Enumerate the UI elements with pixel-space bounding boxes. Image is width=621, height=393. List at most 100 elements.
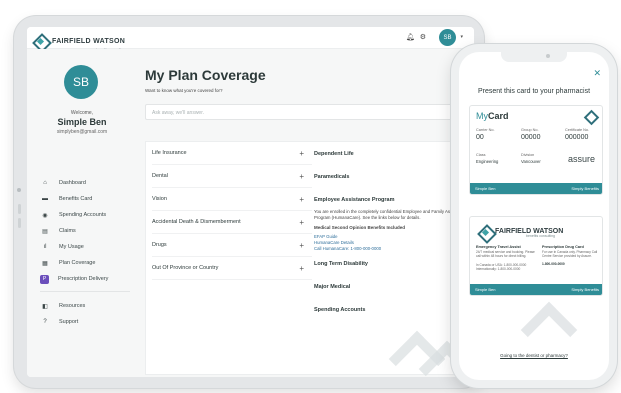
plus-icon: + [299,194,304,204]
card-holder-name: Simple Ben [475,287,496,292]
brand-name: FAIRFIELD WATSON [52,38,126,45]
brand-tagline: benefits consulting [526,234,555,238]
class-label: Class [476,153,486,157]
coverage-item-dependent-life[interactable]: Dependent Life [314,142,469,165]
user-email: simplyben@gmail.com [56,129,108,135]
carrier-value: 00 [476,134,484,141]
sidebar-nav: ⌂ Dashboard ▬ Benefits Card ◉ Spending A… [40,175,130,330]
coverage-item-label: Drugs [152,242,167,248]
coverage-item-label: Vision [152,196,167,202]
certificate-value: 000000 [565,134,589,141]
plus-icon: + [299,148,304,158]
home-icon: ⌂ [43,180,47,186]
carrier-label: Carrier No. [476,128,495,132]
gear-icon[interactable]: ⚙ [420,33,426,41]
document-icon: ▤ [42,228,48,235]
eap-subheading: Medical Second Opinion Benefits Included [314,225,406,230]
card-title-suffix: Card [488,111,509,121]
coverage-item-paramedicals[interactable]: Paramedicals [314,165,469,188]
sidebar-item-label: Spending Accounts [59,212,107,218]
logo-mark-icon [478,225,491,238]
dentist-pharmacy-link[interactable]: Going to the dentist or pharmacy? [459,353,609,358]
decorative-chevron [520,301,578,359]
card-footer: Simple Ben Simply Benefits [470,183,602,194]
present-card-text: Present this card to your pharmacist [477,88,591,95]
search-input[interactable]: Ask away, we'll answer. [145,104,470,120]
close-icon[interactable]: ✕ [593,68,601,79]
sidebar-item-label: Support [59,319,79,325]
emergency-text: 24/7 medical service and booking. Please… [476,250,535,258]
plus-icon: + [299,171,304,181]
coverage-list-right: Dependent Life Paramedicals Employee Ass… [314,142,469,321]
welcome-text: Welcome, [70,110,94,116]
card-footer: Simple Ben Simply Benefits [470,284,602,295]
card-icon: ▬ [42,196,48,202]
sidebar-item-label: Benefits Card [59,196,93,202]
coverage-item-label: Life Insurance [152,150,187,156]
shield-icon: ▦ [42,260,48,267]
coverage-question: Want to know what you're covered for? [145,88,223,93]
coverage-item-major-medical[interactable]: Major Medical [314,275,469,298]
chevron-down-icon[interactable]: ▾ [460,34,463,40]
emergency-intl: Internationally: 1-800-000-0000 [476,267,521,271]
user-name: Simple Ben [57,117,107,127]
sidebar-item-claims[interactable]: ▤ Claims [40,223,130,239]
division-label: Division [521,153,535,157]
card-title: MyCard [476,111,509,121]
coverage-item-spending-accounts[interactable]: Spending Accounts [314,298,469,321]
header-avatar[interactable]: SB [439,29,456,46]
logo-mark-icon [33,34,48,49]
sidebar-item-label: Prescription Delivery [58,276,109,282]
coverage-item-label: Out Of Province or Country [152,265,219,271]
coverage-list-left: Life Insurance + Dental + Vision + Accident… [152,142,312,280]
plus-icon: + [299,240,304,250]
sidebar: SB Welcome, Simple Ben simplyben@gmail.c… [27,49,137,377]
bell-icon[interactable]: 🔔︎ [406,33,415,41]
class-value: Engineering [476,159,499,164]
sidebar-item-my-usage[interactable]: ıl My Usage [40,239,130,255]
tablet-button [18,204,21,214]
travel-drug-card[interactable]: FAIRFIELD WATSON benefits consulting Eme… [469,216,603,296]
drug-card-title: Prescription Drug Card [542,245,584,249]
sidebar-item-dashboard[interactable]: ⌂ Dashboard [40,175,130,191]
card-footer-brand: Simply Benefits [571,186,599,191]
sidebar-item-support[interactable]: ? Support [40,314,130,330]
card-title-prefix: My [476,111,488,121]
group-label: Group No. [521,128,539,132]
emergency-title: Emergency Travel Assist [476,245,521,249]
top-bar: FAIRFIELD WATSON benefits consulting 🔔︎ … [27,27,474,52]
sidebar-item-benefits-card[interactable]: ▬ Benefits Card [40,191,130,207]
sidebar-item-label: Dashboard [59,180,86,186]
sidebar-item-plan-coverage[interactable]: ▦ Plan Coverage [40,255,130,271]
drug-card-text: For use in Canada only. Pharmacy Call Ce… [542,250,598,258]
coverage-item-life-insurance[interactable]: Life Insurance + [152,142,312,165]
phone-notch [501,52,567,62]
coverage-item-vision[interactable]: Vision + [152,188,312,211]
logo-mark-icon [584,110,596,122]
prescription-icon: P [40,274,49,284]
dollar-icon: ◉ [42,212,48,219]
coverage-item-label: Dental [152,173,168,179]
sidebar-item-prescription-delivery[interactable]: P Prescription Delivery [40,271,130,287]
tablet-camera [17,188,21,192]
eap-description: You are enrolled in the completely confi… [314,209,466,220]
division-value: Vancouver [521,159,541,164]
phone-camera [546,54,550,58]
main-content: My Plan Coverage Want to know what you'r… [137,49,474,377]
coverage-item-drugs[interactable]: Drugs + [152,234,312,257]
benefits-card[interactable]: MyCard Carrier No. 00 Group No. 00000 Ce… [469,105,603,195]
certificate-label: Certificate No. [565,128,590,132]
sidebar-item-resources[interactable]: ◧ Resources [40,298,130,314]
plus-icon: + [299,217,304,227]
eap-details: You are enrolled in the completely confi… [314,209,469,252]
coverage-item-dental[interactable]: Dental + [152,165,312,188]
phone-screen: ✕ Present this card to your pharmacist M… [459,52,609,380]
coverage-item-add[interactable]: Accidental Death & Dismemberment + [152,211,312,234]
coverage-item-out-of-province[interactable]: Out Of Province or Country + [152,257,312,280]
sidebar-item-spending-accounts[interactable]: ◉ Spending Accounts [40,207,130,223]
phone-frame: ✕ Present this card to your pharmacist M… [451,44,617,388]
group-value: 00000 [521,134,541,141]
coverage-item-eap[interactable]: Employee Assistance Program [314,188,469,211]
plus-icon: + [299,263,304,273]
coverage-item-ltd[interactable]: Long Term Disability [314,252,469,275]
